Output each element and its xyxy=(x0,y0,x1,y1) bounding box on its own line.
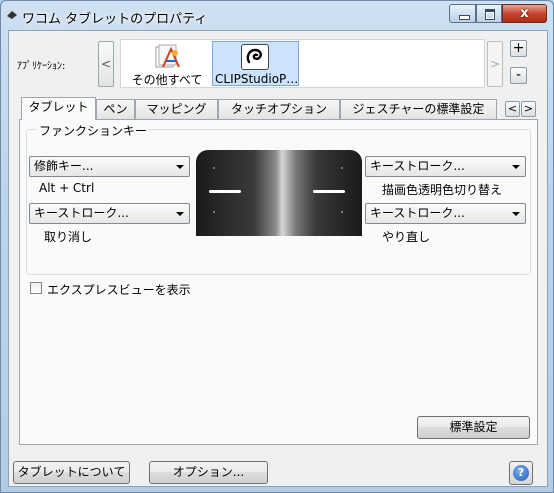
help-button[interactable]: ? xyxy=(509,461,533,485)
title-bar[interactable]: ワコム タブレットのプロパティ x xyxy=(0,0,554,30)
about-tablet-button[interactable]: タブレットについて xyxy=(13,461,130,484)
function-keys-group: ファンクションキー 修飾キー... Alt + Ctrl キーストローク... … xyxy=(26,122,531,275)
app-item-clip-studio[interactable]: CLIPStudioP… xyxy=(212,41,299,86)
express-view-label: エクスプレスビューを表示 xyxy=(47,283,191,297)
bottom-right-key-value: キーストローク... xyxy=(370,206,465,220)
close-button[interactable]: x xyxy=(502,4,547,23)
help-icon: ? xyxy=(513,465,529,481)
all-apps-icon xyxy=(155,44,180,68)
tab-gesture-defaults[interactable]: ジェスチャーの標準設定 xyxy=(340,99,497,119)
tablet-right-button xyxy=(313,190,345,193)
pen-tablet-icon xyxy=(7,11,17,19)
tab-tablet[interactable]: タブレット xyxy=(21,97,96,120)
tab-scroll-right-button[interactable]: > xyxy=(521,101,536,117)
application-list: その他すべて CLIPStudioP… xyxy=(120,39,485,88)
chevron-down-icon xyxy=(176,212,184,216)
top-left-key-value: 修飾キー... xyxy=(34,159,94,173)
dialog-body: ｱﾌﾟﾘｹｰｼｮﾝ: < その他すべて CLIPStudioP… > + - タ… xyxy=(8,30,548,487)
tablet-dot xyxy=(213,211,215,213)
top-right-key-description: 描画色透明色切り替え xyxy=(382,183,503,197)
remove-application-button[interactable]: - xyxy=(510,67,527,84)
bottom-left-key-value: キーストローク... xyxy=(34,206,129,220)
tablet-dot xyxy=(341,211,343,213)
bottom-right-key-description: やり直し xyxy=(382,230,431,244)
chevron-down-icon xyxy=(512,212,520,216)
top-left-key-description: Alt + Ctrl xyxy=(39,181,95,195)
tablet-dot xyxy=(213,167,215,169)
chevron-down-icon xyxy=(512,165,520,169)
options-button[interactable]: オプション... xyxy=(149,461,268,484)
app-name-all: その他すべて xyxy=(131,73,203,87)
tab-scroll-left-button[interactable]: < xyxy=(505,101,520,117)
top-right-key-value: キーストローク... xyxy=(370,159,465,173)
function-keys-title: ファンクションキー xyxy=(37,122,150,139)
tablet-left-button xyxy=(209,190,241,193)
maximize-button[interactable] xyxy=(476,4,502,23)
minimize-button[interactable] xyxy=(449,4,476,23)
bottom-left-key-dropdown[interactable]: キーストローク... xyxy=(29,203,190,224)
express-view-checkbox[interactable] xyxy=(30,282,42,294)
applications-label: ｱﾌﾟﾘｹｰｼｮﾝ: xyxy=(17,61,66,72)
tablet-illustration xyxy=(196,150,362,236)
app-item-all-others[interactable]: その他すべて xyxy=(123,41,211,87)
app-name-clip-studio: CLIPStudioP… xyxy=(215,72,298,86)
top-left-key-dropdown[interactable]: 修飾キー... xyxy=(29,156,190,177)
bottom-right-key-dropdown[interactable]: キーストローク... xyxy=(365,203,526,224)
bottom-left-key-description: 取り消し xyxy=(44,230,93,244)
tablet-tab-panel: ファンクションキー 修飾キー... Alt + Ctrl キーストローク... … xyxy=(19,119,538,445)
window-title: ワコム タブレットのプロパティ xyxy=(22,12,208,27)
tab-touch-options[interactable]: タッチオプション xyxy=(218,99,340,119)
close-icon: x xyxy=(520,6,529,21)
tab-pen[interactable]: ペン xyxy=(96,99,135,119)
clip-studio-icon xyxy=(241,44,269,70)
add-application-button[interactable]: + xyxy=(510,40,527,57)
tablet-dot xyxy=(341,167,343,169)
app-scroll-left-button[interactable]: < xyxy=(98,41,114,87)
chevron-down-icon xyxy=(176,165,184,169)
app-scroll-right-button[interactable]: > xyxy=(487,41,503,87)
tab-mapping[interactable]: マッピング xyxy=(135,99,218,119)
top-right-key-dropdown[interactable]: キーストローク... xyxy=(365,156,526,177)
default-settings-button[interactable]: 標準設定 xyxy=(417,416,530,439)
